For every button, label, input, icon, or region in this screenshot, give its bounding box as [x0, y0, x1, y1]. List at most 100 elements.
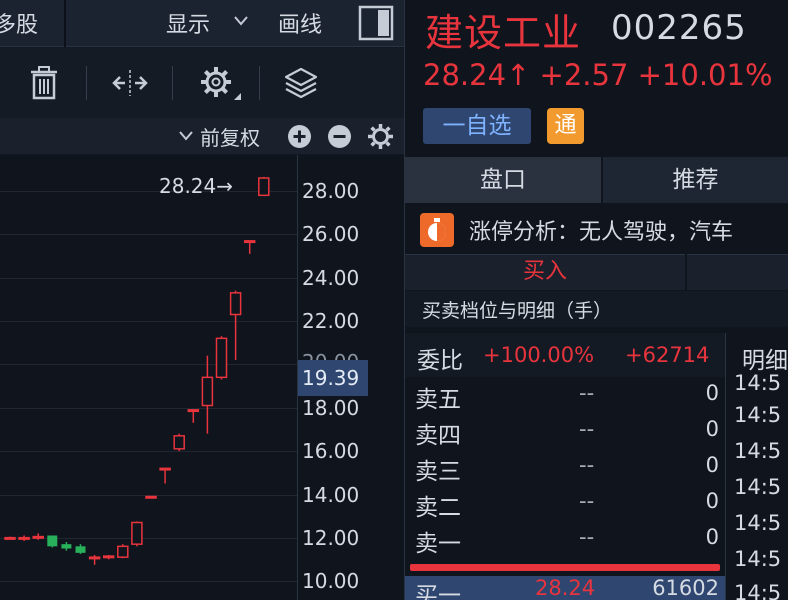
ask-row[interactable]: 卖五 -- 0 — [405, 376, 725, 413]
ask-price: -- — [579, 525, 595, 549]
trade-time: 14:5 — [734, 403, 782, 427]
ratio-label: 委比 — [417, 348, 463, 374]
tab-order-book[interactable]: 盘口 — [405, 157, 601, 203]
y-tick-label: 18.00 — [302, 396, 360, 420]
ask-row[interactable]: 卖一 -- 0 — [405, 520, 725, 557]
price-change-line: 28.24↑ +2.57 +10.01% — [423, 58, 773, 92]
quote-panel: 建设工业 002265 28.24↑ +2.57 +10.01% 一自选 通 盘… — [405, 0, 788, 600]
ask-volume: 0 — [705, 489, 719, 513]
zoom-out-icon[interactable] — [327, 124, 352, 149]
ask-volume: 0 — [705, 525, 719, 549]
bid-volume: 61602 — [652, 576, 719, 600]
ask-row[interactable]: 卖三 -- 0 — [405, 448, 725, 485]
candle — [215, 336, 228, 380]
ask-level-label: 卖四 — [415, 423, 461, 449]
ratio-percent: +100.00% — [483, 343, 595, 367]
ask-volume: 0 — [705, 381, 719, 405]
candle — [88, 555, 101, 565]
trade-detail-column[interactable]: 明细 14:5 14:5 14:5 14:5 14:5 14:5 14:5 — [725, 333, 788, 600]
y-tick-label: 24.00 — [302, 266, 360, 290]
candle — [4, 536, 16, 540]
stock-name: 建设工业 — [425, 11, 582, 55]
trade-time: 14:5 — [734, 547, 782, 571]
ask-row[interactable]: 卖二 -- 0 — [405, 484, 725, 521]
candle-body — [61, 544, 72, 549]
kline-panel: 多股 显示 画线 前复权 28.00 26.00 24.00 22.00 18.… — [0, 0, 404, 600]
candle-body — [32, 535, 44, 539]
candle-body — [187, 409, 200, 413]
candle — [145, 495, 157, 499]
trade-time: 14:5 — [734, 581, 782, 600]
candle — [32, 533, 44, 540]
ask-price: -- — [579, 381, 595, 405]
trade-time: 14:5 — [734, 439, 782, 463]
candle-body — [258, 177, 270, 197]
candle-body — [18, 536, 30, 540]
y-tick-label: 10.00 — [302, 569, 360, 593]
buy-tab[interactable]: 买入 — [405, 254, 685, 290]
stock-code: 002265 — [611, 8, 747, 48]
candle — [75, 544, 86, 554]
candle-body — [229, 292, 242, 316]
candle-body — [88, 556, 101, 560]
candlestick-series — [4, 176, 270, 565]
candle — [47, 535, 58, 548]
candle — [61, 542, 72, 551]
candle-body — [4, 536, 16, 540]
tab-recommend[interactable]: 推荐 — [603, 157, 788, 203]
candle-body — [145, 495, 157, 499]
candle — [18, 535, 30, 541]
quote-tabs: 盘口 推荐 — [405, 157, 788, 203]
remove-watchlist-button[interactable]: 一自选 — [423, 108, 531, 144]
ask-level-label: 卖二 — [415, 495, 461, 521]
candle — [173, 433, 185, 451]
bid-row[interactable]: 买一 28.24 61602 — [405, 576, 725, 600]
candle-body — [47, 535, 58, 547]
limit-up-analysis-text: 涨停分析：无人驾驶，汽车 — [469, 220, 734, 245]
ask-volume: 0 — [705, 417, 719, 441]
connect-badge[interactable]: 通 — [547, 108, 584, 144]
panel-toggle-icon[interactable] — [358, 5, 394, 41]
ask-level-label: 卖五 — [415, 387, 461, 413]
ask-volume: 0 — [705, 453, 719, 477]
order-book-title: 买卖档位与明细（手） — [422, 300, 613, 322]
candle-body — [159, 467, 171, 471]
bid-ask-separator — [410, 564, 720, 571]
candle-body — [201, 376, 214, 407]
trade-time: 14:5 — [734, 511, 782, 535]
candle — [258, 176, 270, 197]
bid-price: 28.24 — [535, 576, 596, 600]
candle-body — [243, 240, 256, 244]
y-tick-label: 14.00 — [302, 483, 360, 507]
trade-time: 14:5 — [734, 371, 782, 395]
candle-body — [102, 555, 115, 559]
bid-ask-ratio-row: 委比 +100.00% +62714 — [405, 333, 725, 377]
y-tick-label: 22.00 — [302, 309, 360, 333]
y-tick-label: 16.00 — [302, 439, 360, 463]
ask-price: -- — [579, 489, 595, 513]
y-tick-label: 26.00 — [302, 222, 360, 246]
candle — [131, 521, 143, 547]
ask-level-label: 卖三 — [415, 459, 461, 485]
trade-time: 14:5 — [734, 475, 782, 499]
candle — [229, 290, 242, 360]
current-price-marker: 19.39 — [298, 360, 368, 396]
candle — [102, 555, 115, 560]
chart-settings-icon[interactable] — [367, 123, 394, 150]
ask-row[interactable]: 卖四 -- 0 — [405, 412, 725, 449]
candle — [201, 355, 214, 434]
candle-body — [117, 545, 129, 558]
trade-tab-divider — [685, 254, 687, 290]
ask-level-label: 卖一 — [415, 531, 461, 557]
candle-body — [131, 521, 143, 545]
limit-up-icon — [420, 213, 454, 247]
candle — [117, 544, 129, 559]
detail-label: 明细 — [742, 348, 788, 374]
ask-price: -- — [579, 453, 595, 477]
bid-level-label: 买一 — [415, 583, 461, 600]
tab-divider — [601, 157, 603, 203]
ask-price: -- — [579, 417, 595, 441]
candle — [187, 409, 200, 423]
candle-body — [173, 435, 185, 450]
y-tick-label: 28.00 — [302, 179, 360, 203]
